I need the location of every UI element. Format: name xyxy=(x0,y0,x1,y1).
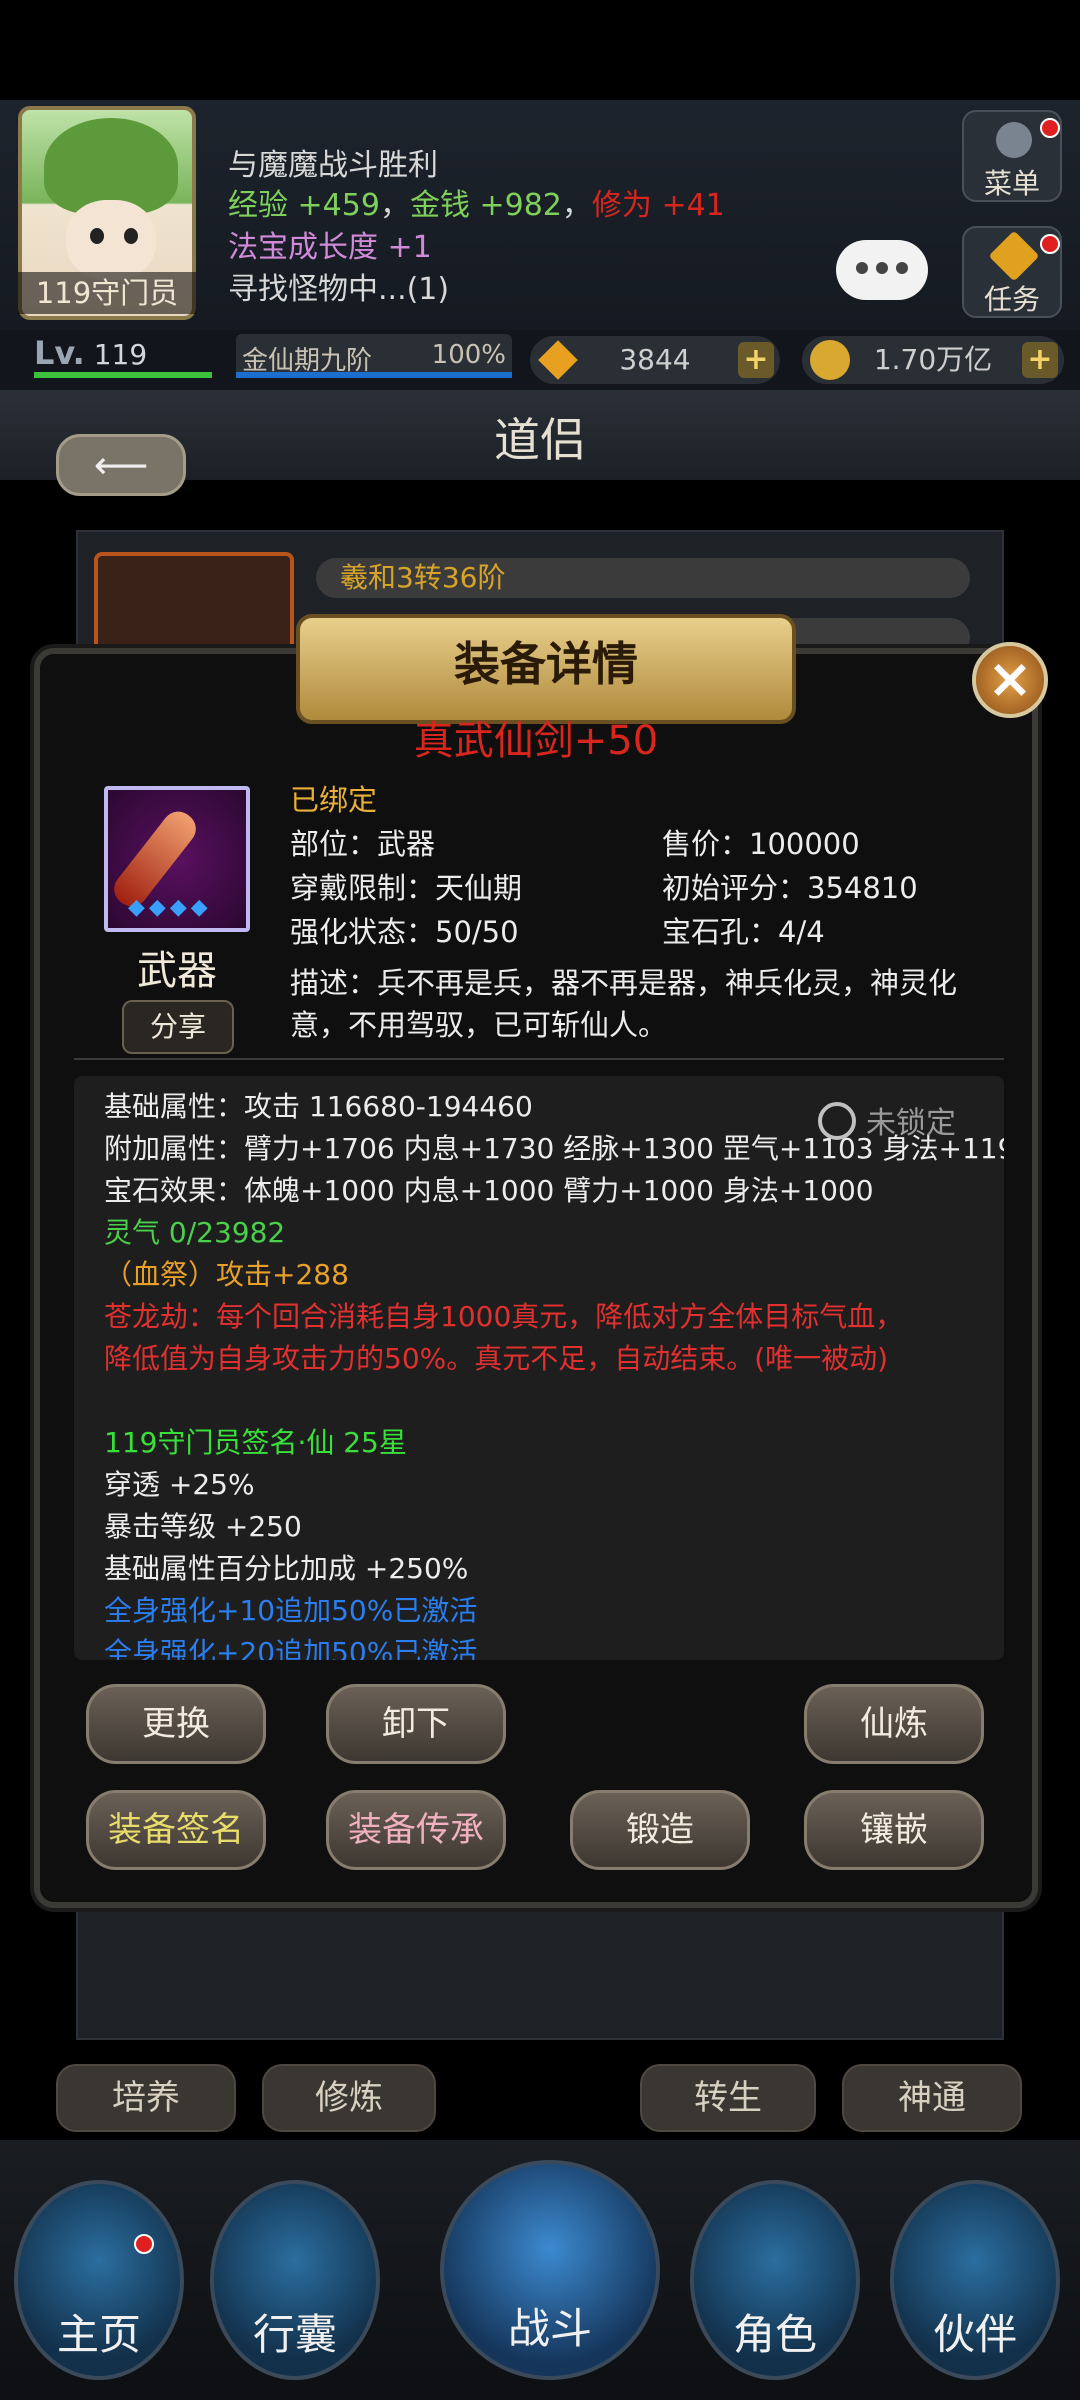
nav-bag-label: 行囊 xyxy=(252,2310,337,2359)
item-slot: 部位：武器 xyxy=(290,827,436,861)
gem-currency: 3844 + xyxy=(530,336,780,384)
signature: 119守门员签名·仙 25星 xyxy=(104,1426,407,1459)
nav-character[interactable]: 角色 xyxy=(690,2180,860,2380)
nav-battle[interactable]: 战斗 xyxy=(440,2160,660,2380)
divider xyxy=(74,1058,1004,1060)
nav-bag[interactable]: 行囊 xyxy=(210,2180,380,2380)
level-display: Lv. 119 xyxy=(34,334,147,372)
avatar-eye xyxy=(124,228,138,244)
nav-character-label: 角色 xyxy=(732,2310,817,2359)
cultivation-label: 修为 xyxy=(591,188,652,223)
dialog-title: 装备详情 xyxy=(454,637,638,691)
level-value: 119 xyxy=(93,338,148,371)
item-name: 真武仙剑+50 xyxy=(413,718,659,764)
gem-slots: 宝石孔：4/4 xyxy=(662,915,825,949)
tab-divine-power[interactable]: 神通 xyxy=(842,2064,1022,2132)
set-bonus: 全身强化+20追加50%已激活 xyxy=(104,1636,478,1660)
gem-effects: 宝石效果：体魄+1000 内息+1000 臂力+1000 身法+1000 xyxy=(104,1174,874,1207)
money-value: +982 xyxy=(479,188,562,223)
penetrate-bonus: 穿透 +25% xyxy=(104,1468,255,1501)
tab-cultivate[interactable]: 修炼 xyxy=(262,2064,436,2132)
inlay-button[interactable]: 镶嵌 xyxy=(804,1790,984,1870)
lock-toggle-icon[interactable] xyxy=(818,1102,856,1140)
nav-battle-label: 战斗 xyxy=(507,2304,592,2353)
back-button[interactable]: ⟵ xyxy=(56,434,186,496)
nav-home[interactable]: 主页 xyxy=(14,2180,184,2380)
gear-icon xyxy=(996,122,1032,158)
equipment-inherit-button[interactable]: 装备传承 xyxy=(326,1790,506,1870)
wear-requirement: 穿戴限制：天仙期 xyxy=(290,871,523,905)
separator: ， xyxy=(561,188,592,223)
exp-value: +459 xyxy=(297,188,380,223)
nav-home-label: 主页 xyxy=(56,2310,141,2359)
equipment-sign-button[interactable]: 装备签名 xyxy=(86,1790,266,1870)
item-type: 武器 xyxy=(137,948,217,994)
initial-score: 初始评分：354810 xyxy=(662,871,918,905)
replace-button[interactable]: 更换 xyxy=(86,1684,266,1764)
cultivation-value: +41 xyxy=(661,188,725,223)
blood-sacrifice: （血祭）攻击+288 xyxy=(104,1258,349,1291)
gem-icon xyxy=(538,340,578,380)
forge-button[interactable]: 锻造 xyxy=(570,1790,750,1870)
set-bonus: 全身强化+10追加50%已激活 xyxy=(104,1594,478,1627)
gold-amount: 1.70万亿 xyxy=(873,343,993,376)
menu-label: 菜单 xyxy=(983,167,1040,200)
sell-price: 售价：100000 xyxy=(662,827,860,861)
battle-log-line: 寻找怪物中...(1) xyxy=(228,272,450,307)
base-percent-bonus: 基础属性百分比加成 +250% xyxy=(104,1552,469,1585)
battle-log-line: 法宝成长度 +1 xyxy=(228,230,432,265)
notification-dot xyxy=(1040,234,1060,254)
add-gold-button[interactable]: + xyxy=(1022,342,1058,378)
task-button[interactable]: 任务 xyxy=(962,226,1062,318)
spirit-value: 灵气 0/23982 xyxy=(104,1216,286,1249)
unequip-button[interactable]: 卸下 xyxy=(326,1684,506,1764)
task-label: 任务 xyxy=(983,283,1040,316)
nav-partner[interactable]: 伙伴 xyxy=(890,2180,1060,2380)
companion-rank: 羲和3转36阶 xyxy=(316,558,970,598)
add-gems-button[interactable]: + xyxy=(738,342,774,378)
gold-currency: 1.70万亿 + xyxy=(802,336,1064,384)
skill-description: 苍龙劫：每个回合消耗自身1000真元，降低对方全体目标气血， xyxy=(104,1300,904,1333)
refine-button[interactable]: 仙炼 xyxy=(804,1684,984,1764)
chat-bubble-icon[interactable] xyxy=(836,240,928,300)
notification-dot xyxy=(1040,118,1060,138)
notification-dot xyxy=(134,2234,154,2254)
share-button[interactable]: 分享 xyxy=(122,1000,234,1054)
menu-button[interactable]: 菜单 xyxy=(962,110,1062,202)
battle-log-rewards: 经验 +459，金钱 +982，修为 +41 xyxy=(228,186,725,226)
tab-train[interactable]: 培养 xyxy=(56,2064,236,2132)
base-attributes: 基础属性：攻击 116680-194460 xyxy=(104,1090,533,1123)
tab-rebirth[interactable]: 转生 xyxy=(640,2064,816,2132)
money-label: 金钱 xyxy=(409,188,470,223)
item-description: 描述：兵不再是兵，器不再是器，神兵化灵，神灵化意，不用驾驭，已可斩仙人。 xyxy=(290,966,958,1042)
battle-log-line: 与魔魔战斗胜利 xyxy=(228,148,438,183)
task-diamond-icon xyxy=(988,230,1040,282)
realm-progress-bar xyxy=(236,372,512,378)
avatar-eye xyxy=(90,228,104,244)
skill-description: 降低值为自身攻击力的50%。真元不足，自动结束。(唯一被动) xyxy=(104,1342,889,1375)
lock-status[interactable]: 未锁定 xyxy=(866,1098,956,1142)
realm-progress: 100% xyxy=(431,340,506,370)
crit-level-bonus: 暴击等级 +250 xyxy=(104,1510,302,1543)
sword-icon: ◆◆◆◆ xyxy=(104,786,250,932)
exp-label: 经验 xyxy=(228,188,288,223)
enhance-status: 强化状态：50/50 xyxy=(290,915,519,949)
avatar-name: 119守门员 xyxy=(18,272,196,314)
exp-progress-bar xyxy=(34,372,212,378)
status-bar xyxy=(0,0,1080,100)
coin-icon xyxy=(810,340,850,380)
level-prefix: Lv. xyxy=(34,334,85,372)
attributes-panel[interactable]: 基础属性：攻击 116680-194460 附加属性：臂力+1706 内息+17… xyxy=(74,1076,1004,1660)
nav-partner-label: 伙伴 xyxy=(932,2310,1017,2359)
bound-status: 已绑定 xyxy=(290,783,378,817)
avatar-face xyxy=(66,200,156,280)
gem-amount: 3844 xyxy=(619,343,691,376)
gem-slots-icon: ◆◆◆◆ xyxy=(128,895,212,920)
close-button[interactable]: × xyxy=(972,642,1048,718)
separator: ， xyxy=(379,188,410,223)
